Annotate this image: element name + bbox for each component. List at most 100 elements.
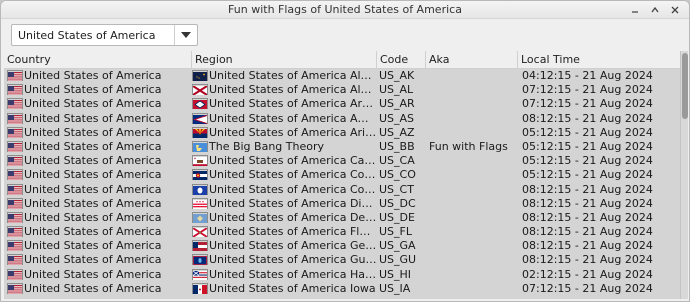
aka-cell <box>429 253 517 267</box>
country-select-value: United States of America <box>18 29 156 42</box>
code-cell: US_CA <box>379 154 415 168</box>
column-header-region[interactable]: Region <box>192 51 377 69</box>
usa-flag-icon <box>7 268 23 280</box>
country-cell: United States of America <box>24 210 162 224</box>
table-header: Country Region Code Aka Local Time <box>4 51 680 69</box>
local-time-cell: 05:12:15 - 21 Aug 2024 <box>522 139 653 153</box>
region-cell: United States of America California <box>209 154 377 168</box>
table-row[interactable]: United States of America United States of… <box>4 112 680 126</box>
aka-cell <box>429 168 517 182</box>
hawaii-flag-icon <box>192 268 208 280</box>
region-cell: United States of America Hawaii <box>209 267 377 281</box>
table-row[interactable]: United States of America United States of… <box>4 282 680 296</box>
table-row[interactable]: United States of America United States of… <box>4 253 680 267</box>
usa-flag-icon <box>7 282 23 294</box>
aka-cell <box>429 268 517 282</box>
region-cell: United States of America Arkansas <box>209 97 377 111</box>
aka-cell <box>429 211 517 225</box>
table-row[interactable]: United States of America United States of… <box>4 168 680 182</box>
table-row[interactable]: United States of America United States of… <box>4 211 680 225</box>
code-cell: US_FL <box>379 225 412 239</box>
code-cell: US_BB <box>379 139 415 153</box>
table-row[interactable]: United States of America United States of… <box>4 183 680 197</box>
country-select[interactable]: United States of America <box>11 24 198 46</box>
code-cell: US_HI <box>379 267 412 281</box>
vertical-scrollbar[interactable] <box>680 51 688 299</box>
region-cell: United States of America Colorado <box>209 168 377 182</box>
dc-flag-icon <box>192 197 208 209</box>
column-header-aka[interactable]: Aka <box>426 51 518 69</box>
code-cell: US_CT <box>379 182 414 196</box>
country-cell: United States of America <box>24 139 162 153</box>
country-cell: United States of America <box>24 267 162 281</box>
close-icon[interactable] <box>667 2 683 18</box>
code-cell: US_DE <box>379 210 415 224</box>
usa-flag-icon <box>7 183 23 195</box>
local-time-cell: 08:12:15 - 21 Aug 2024 <box>522 225 653 239</box>
region-cell: United States of America Alabama <box>209 83 377 97</box>
country-cell: United States of America <box>24 154 162 168</box>
usa-flag-icon <box>7 240 23 252</box>
usa-flag-icon <box>7 254 23 266</box>
table-row[interactable]: United States of America United States of… <box>4 97 680 111</box>
table-row[interactable]: United States of America United States of… <box>4 197 680 211</box>
country-cell: United States of America <box>24 196 162 210</box>
connecticut-flag-icon <box>192 183 208 195</box>
code-cell: US_GU <box>379 253 417 267</box>
local-time-cell: 08:12:15 - 21 Aug 2024 <box>522 196 653 210</box>
code-cell: US_AZ <box>379 125 415 139</box>
local-time-cell: 07:12:15 - 21 Aug 2024 <box>522 281 653 295</box>
country-cell: United States of America <box>24 111 162 125</box>
column-header-code[interactable]: Code <box>377 51 426 69</box>
usa-flag-icon <box>7 70 23 81</box>
aka-cell <box>429 126 517 140</box>
table-row[interactable]: United States of America United States of… <box>4 268 680 282</box>
column-header-country[interactable]: Country <box>4 51 192 69</box>
country-cell: United States of America <box>24 281 162 295</box>
minimize-icon[interactable] <box>627 2 643 18</box>
table-row[interactable]: United States of America United States of… <box>4 69 680 83</box>
code-cell: US_IA <box>379 281 411 295</box>
aka-cell <box>429 97 517 111</box>
window-controls <box>627 2 683 18</box>
local-time-cell: 04:12:15 - 21 Aug 2024 <box>522 69 653 82</box>
table-row[interactable]: United States of America United States of… <box>4 83 680 97</box>
usa-flag-icon <box>7 140 23 152</box>
aka-cell <box>429 239 517 253</box>
georgia-flag-icon <box>192 240 208 252</box>
country-cell: United States of America <box>24 83 162 97</box>
aka-cell <box>429 183 517 197</box>
local-time-cell: 07:12:15 - 21 Aug 2024 <box>522 97 653 111</box>
table-row[interactable]: United States of America The Big Bang The… <box>4 140 680 154</box>
usa-flag-icon <box>7 126 23 138</box>
local-time-cell: 02:12:15 - 21 Aug 2024 <box>522 267 653 281</box>
code-cell: US_AS <box>379 111 415 125</box>
code-cell: US_AK <box>379 69 415 82</box>
region-cell: United States of America Alaska <box>209 69 377 82</box>
table-row[interactable]: United States of America United States of… <box>4 239 680 253</box>
aka-cell <box>429 154 517 168</box>
scrollbar-thumb[interactable] <box>682 53 688 119</box>
region-cell: United States of America Connecticut <box>209 182 377 196</box>
local-time-cell: 08:12:15 - 21 Aug 2024 <box>522 239 653 253</box>
column-header-local-time[interactable]: Local Time <box>518 51 680 69</box>
table-row[interactable]: United States of America United States of… <box>4 225 680 239</box>
table-row[interactable]: United States of America United States of… <box>4 126 680 140</box>
region-cell: United States of America District of Co.… <box>209 196 377 210</box>
region-cell: United States of America Iowa <box>209 281 376 295</box>
local-time-cell: 07:12:15 - 21 Aug 2024 <box>522 83 653 97</box>
region-cell: United States of America Guam <box>209 253 377 267</box>
country-cell: United States of America <box>24 182 162 196</box>
code-cell: US_DC <box>379 196 416 210</box>
region-cell: United States of America Arizona <box>209 125 377 139</box>
region-cell: The Big Bang Theory <box>209 139 324 153</box>
local-time-cell: 05:12:15 - 21 Aug 2024 <box>522 125 653 139</box>
guam-flag-icon <box>192 254 208 266</box>
usa-flag-icon <box>7 197 23 209</box>
country-cell: United States of America <box>24 69 162 82</box>
maximize-icon[interactable] <box>647 2 663 18</box>
table-row[interactable]: United States of America United States of… <box>4 154 680 168</box>
chevron-down-icon[interactable] <box>175 25 197 45</box>
local-time-cell: 08:12:15 - 21 Aug 2024 <box>522 111 653 125</box>
american-samoa-flag-icon <box>192 112 208 124</box>
